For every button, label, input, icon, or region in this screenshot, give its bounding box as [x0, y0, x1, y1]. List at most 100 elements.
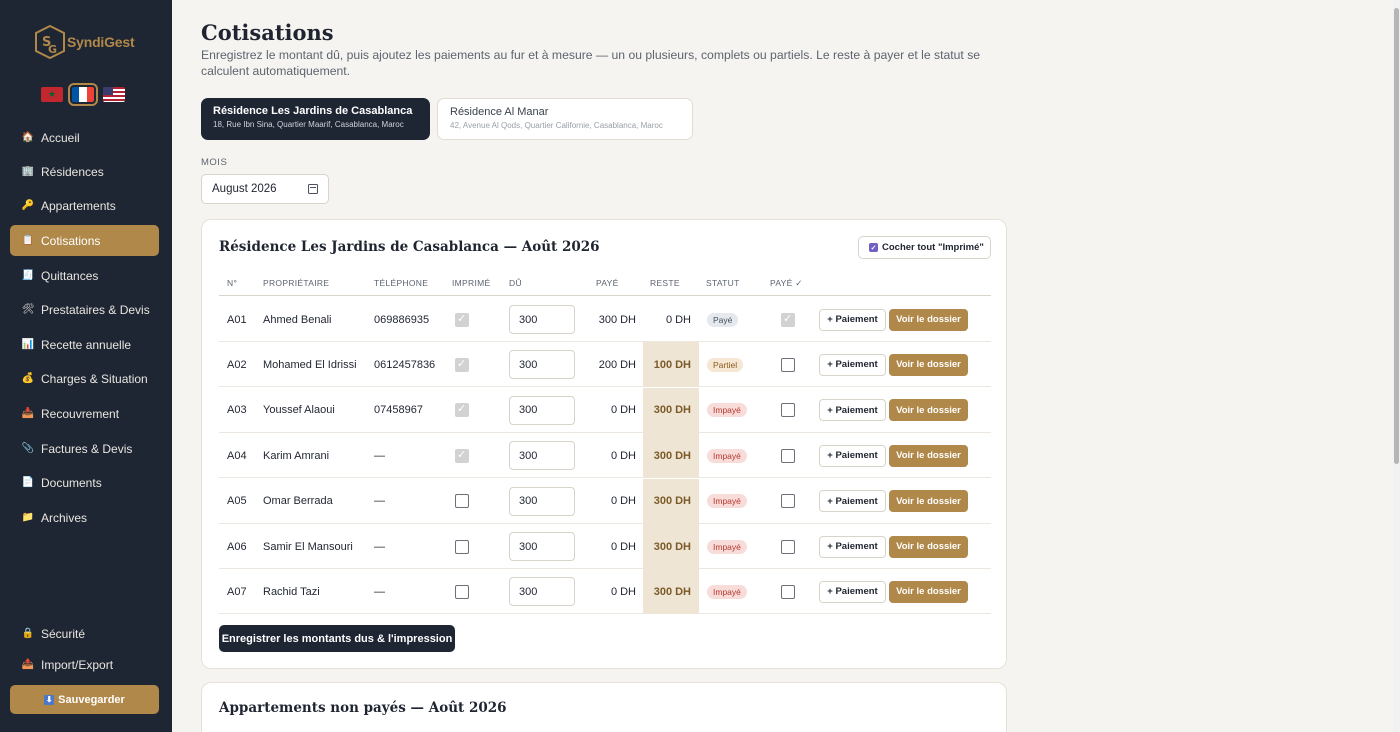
check-all-printed-button[interactable]: ✓ Cocher tout "Imprimé": [858, 236, 991, 259]
usa-flag-icon[interactable]: [103, 87, 125, 102]
due-amount-input[interactable]: 300: [509, 350, 575, 380]
nav-recette[interactable]: 📊 Recette annuelle: [10, 329, 159, 360]
nav-quittances[interactable]: 🧾 Quittances: [10, 260, 159, 291]
nav-charges[interactable]: 💰 Charges & Situation: [10, 363, 159, 394]
due-amount-input[interactable]: 300: [509, 395, 575, 425]
paid-checkbox[interactable]: [781, 584, 795, 599]
paid-checkbox: [781, 312, 795, 327]
paid-amount: 0 DH: [610, 540, 636, 553]
view-file-button[interactable]: Voir le dossier: [889, 353, 968, 376]
add-payment-button[interactable]: + Paiement: [819, 490, 886, 513]
morocco-flag-icon[interactable]: ★: [41, 87, 63, 102]
printed-checkbox: [455, 312, 469, 327]
nav-label: Archives: [41, 510, 88, 525]
calendar-icon[interactable]: [308, 184, 318, 194]
status-badge: Impayé: [707, 494, 747, 509]
residence-card-al-manar[interactable]: Résidence Al Manar 42, Avenue Al Qods, Q…: [437, 98, 693, 140]
remaining-amount: 300 DH: [643, 569, 699, 615]
remaining-amount: 100 DH: [643, 342, 699, 388]
nav-prestataires[interactable]: 🛠 Prestataires & Devis: [10, 294, 159, 325]
month-picker[interactable]: August 2026: [201, 174, 329, 204]
nav-accueil[interactable]: 🏠 Accueil: [10, 122, 159, 153]
nav-import-export[interactable]: 📤 Import/Export: [10, 649, 159, 680]
tools-icon: 🛠: [21, 303, 35, 315]
phone-number: —: [374, 495, 385, 508]
unpaid-panel-title: Appartements non payés — Août 2026: [219, 700, 507, 716]
status-badge: Partiel: [707, 357, 744, 372]
status-badge: Payé: [707, 312, 739, 327]
printed-checkbox[interactable]: [455, 494, 469, 509]
add-payment-button[interactable]: + Paiement: [819, 308, 886, 331]
paperclip-icon: 📎: [21, 442, 35, 454]
paid-checkbox[interactable]: [781, 494, 795, 509]
nav-label: Quittances: [41, 268, 99, 283]
due-amount-input[interactable]: 300: [509, 486, 575, 516]
save-button[interactable]: ⬇ Sauvegarder: [10, 685, 159, 714]
remaining-amount: 300 DH: [643, 524, 699, 569]
printed-checkbox: [455, 357, 469, 372]
nav-securite[interactable]: 🔒 Sécurité: [10, 618, 159, 649]
key-icon: 🔑: [21, 199, 35, 211]
nav-label: Documents: [41, 475, 102, 490]
clipboard-icon: 📋: [21, 234, 35, 246]
france-flag-icon[interactable]: [68, 83, 98, 106]
nav-cotisations[interactable]: 📋 Cotisations: [10, 225, 159, 256]
view-file-button[interactable]: Voir le dossier: [889, 580, 968, 603]
logo-icon: S G: [35, 24, 65, 60]
due-amount-input[interactable]: 300: [509, 441, 575, 471]
nav-appartements[interactable]: 🔑 Appartements: [10, 190, 159, 221]
paid-checkbox[interactable]: [781, 403, 795, 418]
month-value: August 2026: [212, 183, 277, 195]
nav-label: Recouvrement: [41, 406, 120, 421]
due-amount-input[interactable]: 300: [509, 532, 575, 561]
svg-text:G: G: [48, 43, 57, 56]
nav-residences[interactable]: 🏢 Résidences: [10, 156, 159, 187]
paid-amount: 0 DH: [610, 585, 636, 598]
apartment-number: A02: [227, 358, 247, 371]
paid-checkbox[interactable]: [781, 448, 795, 463]
nav-label: Appartements: [41, 198, 116, 213]
add-payment-button[interactable]: + Paiement: [819, 444, 886, 467]
nav-label: Accueil: [41, 130, 80, 145]
save-amounts-button[interactable]: Enregistrer les montants dus & l'impress…: [219, 625, 455, 652]
owner-name: Omar Berrada: [263, 495, 333, 508]
nav-documents[interactable]: 📄 Documents: [10, 467, 159, 498]
view-file-button[interactable]: Voir le dossier: [889, 535, 968, 558]
view-file-button[interactable]: Voir le dossier: [889, 399, 968, 422]
printed-checkbox[interactable]: [455, 539, 469, 554]
view-file-button[interactable]: Voir le dossier: [889, 490, 968, 513]
add-payment-button[interactable]: + Paiement: [819, 535, 886, 558]
paid-checkbox[interactable]: [781, 357, 795, 372]
due-amount-input[interactable]: 300: [509, 577, 575, 607]
col-phone: TÉLÉPHONE: [374, 278, 429, 288]
paid-checkbox[interactable]: [781, 539, 795, 554]
lock-icon: 🔒: [21, 627, 35, 639]
view-file-button[interactable]: Voir le dossier: [889, 444, 968, 467]
nav-recouvrement[interactable]: 📥 Recouvrement: [10, 398, 159, 429]
remaining-amount: 300 DH: [643, 478, 699, 524]
printed-checkbox[interactable]: [455, 584, 469, 599]
check-all-label: Cocher tout "Imprimé": [882, 242, 984, 253]
add-payment-button[interactable]: + Paiement: [819, 353, 886, 376]
owner-name: Rachid Tazi: [263, 585, 320, 598]
table-row: A06 Samir El Mansouri — 300 0 DH 300 DH Impayé…: [219, 524, 991, 569]
brand-logo[interactable]: S G SyndiGest: [35, 24, 135, 60]
phone-number: 069886935: [374, 313, 430, 326]
scroll-thumb[interactable]: [1394, 8, 1399, 464]
nav-label: Charges & Situation: [41, 371, 148, 386]
residence-card-jardins[interactable]: Résidence Les Jardins de Casablanca 18, …: [201, 98, 430, 140]
apartment-number: A04: [227, 449, 247, 462]
add-payment-button[interactable]: + Paiement: [819, 399, 886, 422]
nav-archives[interactable]: 📁 Archives: [10, 502, 159, 533]
page-scrollbar[interactable]: [1393, 0, 1400, 732]
nav-factures[interactable]: 📎 Factures & Devis: [10, 433, 159, 464]
table-row: A07 Rachid Tazi — 300 0 DH 300 DH Impayé + Paie…: [219, 569, 991, 615]
page-description: Enregistrez le montant dû, puis ajoutez …: [201, 48, 981, 78]
due-amount-input[interactable]: 300: [509, 305, 575, 334]
residence-address: 42, Avenue Al Qods, Quartier Californie,…: [450, 121, 663, 130]
add-payment-button[interactable]: + Paiement: [819, 580, 886, 603]
table-header: N° PROPRIÉTAIRE TÉLÉPHONE IMPRIMÉ DÛ PAY…: [219, 273, 991, 296]
view-file-button[interactable]: Voir le dossier: [889, 308, 968, 331]
home-icon: 🏠: [21, 131, 35, 143]
table-row: A01 Ahmed Benali 069886935 300 300 DH 0 DH Pay…: [219, 297, 991, 342]
